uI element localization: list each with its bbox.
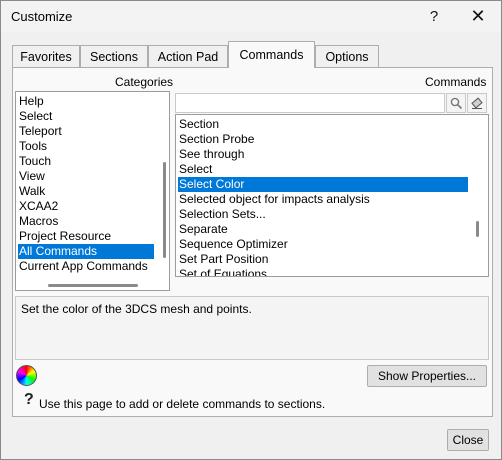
close-window-button[interactable]: ✕ xyxy=(455,1,501,32)
tab-action-pad[interactable]: Action Pad xyxy=(148,45,228,67)
color-wheel-icon[interactable] xyxy=(16,365,37,386)
categories-header: Categories xyxy=(115,75,174,89)
list-item[interactable]: Help xyxy=(18,94,156,109)
tab-favorites[interactable]: Favorites xyxy=(12,45,80,67)
list-item[interactable]: Section xyxy=(178,117,468,132)
description-text: Set the color of the 3DCS mesh and point… xyxy=(21,302,252,316)
list-item[interactable]: Section Probe xyxy=(178,132,468,147)
list-item[interactable]: XCAA2 xyxy=(18,199,156,214)
list-item-selected[interactable]: All Commands xyxy=(18,244,154,259)
list-item[interactable]: View xyxy=(18,169,156,184)
commands-header: Commands xyxy=(425,75,487,89)
list-item[interactable]: Select xyxy=(178,162,468,177)
title-bar: Customize ? ✕ xyxy=(1,1,501,32)
list-item[interactable]: Separate xyxy=(178,222,468,237)
close-button[interactable]: Close xyxy=(447,429,489,451)
commands-scrollbar[interactable] xyxy=(476,221,479,237)
show-properties-button[interactable]: Show Properties... xyxy=(367,365,487,387)
tab-commands[interactable]: Commands xyxy=(228,41,315,68)
customize-dialog: Customize ? ✕ Favorites Sections Action … xyxy=(0,0,502,460)
list-item[interactable]: See through xyxy=(178,147,468,162)
tab-sections[interactable]: Sections xyxy=(80,45,148,67)
list-item[interactable]: Set of Equations xyxy=(178,267,468,276)
command-search-input[interactable] xyxy=(175,93,445,113)
list-item[interactable]: Selection Sets... xyxy=(178,207,468,222)
list-item[interactable]: Selected object for impacts analysis xyxy=(178,192,468,207)
command-description: Set the color of the 3DCS mesh and point… xyxy=(15,296,489,360)
search-button[interactable] xyxy=(446,93,466,113)
help-icon: ? xyxy=(429,8,439,25)
eraser-icon xyxy=(471,97,483,109)
search-icon xyxy=(450,97,462,109)
list-item[interactable]: Touch xyxy=(18,154,156,169)
tab-options[interactable]: Options xyxy=(315,45,379,67)
list-item[interactable]: Current App Commands xyxy=(18,259,156,274)
help-text: Use this page to add or delete commands … xyxy=(39,397,326,411)
list-item[interactable]: Tools xyxy=(18,139,156,154)
categories-hscrollbar[interactable] xyxy=(48,284,138,287)
list-item-selected[interactable]: Select Color xyxy=(178,177,468,192)
window-title: Customize xyxy=(11,9,73,24)
commands-list[interactable]: Section Section Probe See through Select… xyxy=(175,114,489,277)
help-question-icon: ? xyxy=(24,391,34,408)
categories-list[interactable]: Help Select Teleport Tools Touch View Wa… xyxy=(15,91,170,291)
categories-scrollbar[interactable] xyxy=(163,162,166,258)
close-icon: ✕ xyxy=(470,6,486,26)
help-button[interactable]: ? xyxy=(411,1,457,32)
list-item[interactable]: Teleport xyxy=(18,124,156,139)
list-item[interactable]: Walk xyxy=(18,184,156,199)
list-item[interactable]: Project Resource xyxy=(18,229,156,244)
list-item[interactable]: Select xyxy=(18,109,156,124)
list-item[interactable]: Set Part Position xyxy=(178,252,468,267)
list-item[interactable]: Macros xyxy=(18,214,156,229)
clear-search-button[interactable] xyxy=(467,93,487,113)
list-item[interactable]: Sequence Optimizer xyxy=(178,237,468,252)
